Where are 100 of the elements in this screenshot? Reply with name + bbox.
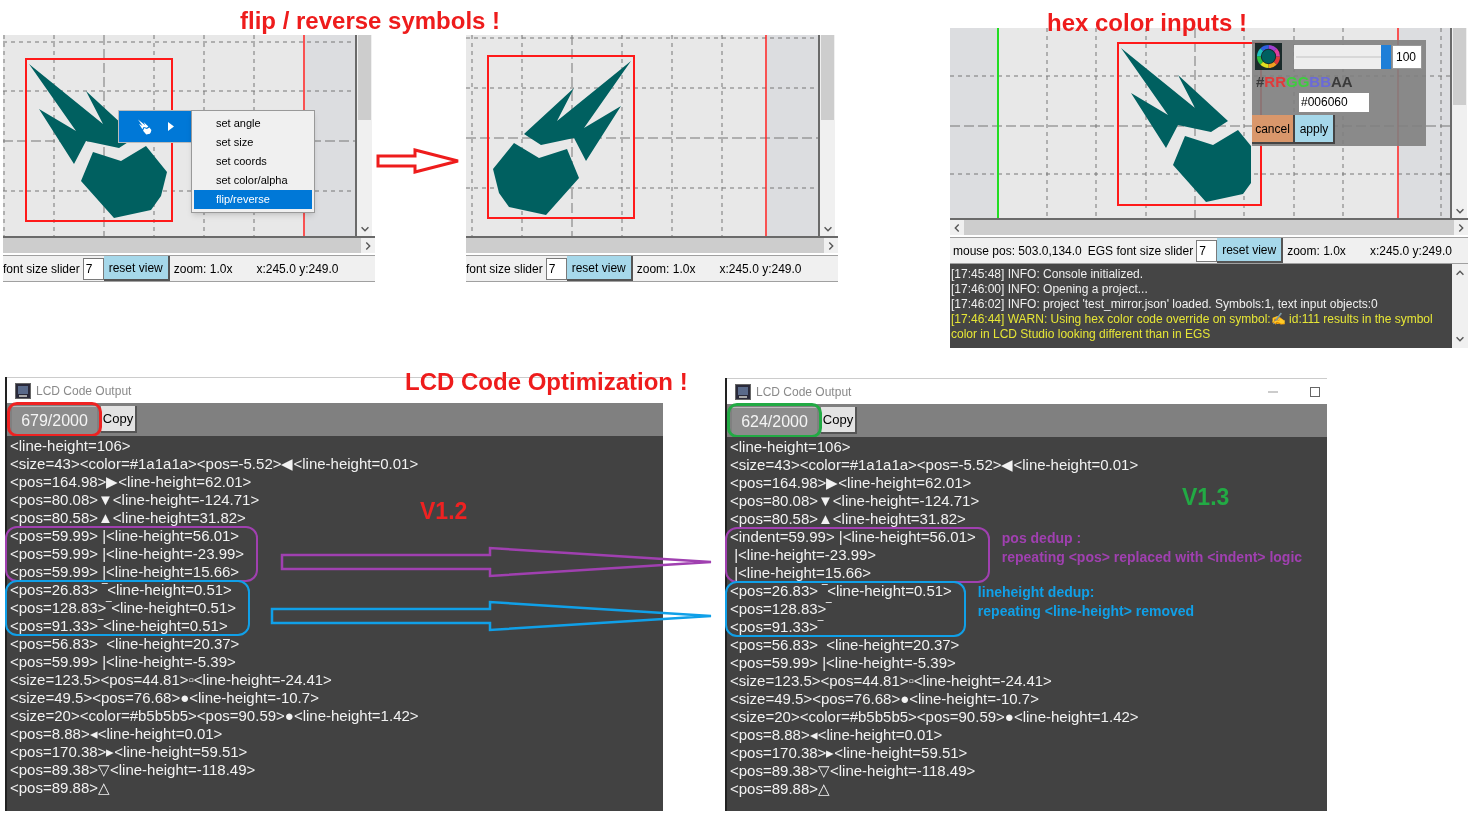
slider-label: EGS font size slider: [1087, 242, 1194, 260]
version-label: V1.2: [420, 500, 468, 523]
annotation-title: LCD Code Optimization !: [405, 370, 688, 394]
color-wheel-icon[interactable]: [1256, 44, 1281, 69]
apply-button[interactable]: apply: [1295, 115, 1335, 144]
copy-button[interactable]: Copy: [821, 407, 857, 434]
console-line: [17:46:00] INFO: Opening a project...: [951, 282, 1149, 297]
code-line: <size=123.5><pos=44.81>▫<line-height=-24.41>: [730, 672, 1052, 690]
code-line: <pos=59.99> |<line-height=-5.39>: [10, 653, 236, 671]
code-line: <indent=59.99> |<line-height=56.01>: [730, 528, 976, 546]
alpha-slider[interactable]: [1294, 44, 1391, 69]
reset-view-button[interactable]: reset view: [566, 256, 633, 281]
app-icon: [15, 382, 31, 399]
code-line: <pos=26.83> ‾<line-height=0.51>: [730, 582, 952, 600]
menu-item[interactable]: set color/alpha: [194, 171, 312, 190]
menu-item[interactable]: set angle: [194, 114, 312, 133]
code-line: |<line-height=15.66>: [733, 564, 872, 582]
coordinates-label: x:245.0 y:249.0: [1369, 242, 1452, 260]
code-line: <size=43><color=#1a1a1a><pos=-5.52>◀<line-height=0.01>: [730, 456, 1139, 474]
note-title: lineheight dedup:: [977, 583, 1096, 601]
code-line: <pos=56.83> <line-height=20.37>: [10, 635, 240, 653]
console-line: [17:46:44] WARN: Using hex color code override on symbol:✍ id:111 results in the symbol color in LCD Studio looking different than in EGS: [951, 312, 1434, 342]
code-line: <pos=80.58>▲<line-height=31.82>: [730, 510, 966, 528]
cancel-button[interactable]: cancel: [1252, 115, 1295, 144]
code-line: <size=20><color=#b5b5b5><pos=90.59>●<line-height=1.42>: [10, 707, 419, 725]
menu-item[interactable]: set size: [194, 133, 312, 152]
submenu-item[interactable]: [118, 110, 193, 143]
console-line: [17:46:02] INFO: project 'test_mirror.json' loaded. Symbols:1, text input objects:0: [951, 297, 1379, 312]
note-text: repeating <line-height> removed: [977, 602, 1195, 620]
menu-item[interactable]: flip/reverse: [194, 190, 312, 209]
code-line: <pos=170.38>▸<line-height=59.51>: [730, 744, 968, 762]
coordinates-label: x:245.0 y:249.0: [719, 260, 802, 278]
code-line: <pos=59.99> |<line-height=15.66>: [10, 563, 240, 581]
vertical-scrollbar[interactable]: [1452, 28, 1467, 218]
copy-button[interactable]: Copy: [101, 406, 137, 433]
horizontal-scrollbar[interactable]: [950, 218, 1468, 235]
window-title: LCD Code Output: [36, 382, 132, 400]
code-line: <line-height=106>: [730, 438, 851, 456]
zoom-label: zoom: 1.0x: [636, 260, 696, 278]
character-count: 624/2000: [732, 407, 817, 435]
code-line: <size=20><color=#b5b5b5><pos=90.59>●<line-height=1.42>: [730, 708, 1139, 726]
code-line: <pos=80.58>▲<line-height=31.82>: [10, 509, 246, 527]
scroll-thumb[interactable]: [3, 238, 361, 253]
submenu-arrow-icon: [168, 122, 174, 131]
annotation-title: flip / reverse symbols !: [240, 9, 501, 33]
vertical-scrollbar[interactable]: [357, 35, 372, 236]
zoom-label: zoom: 1.0x: [1287, 242, 1346, 260]
vertical-scrollbar[interactable]: [820, 35, 835, 236]
font-size-field[interactable]: 7: [545, 257, 567, 280]
symbol-drawing[interactable]: [1121, 48, 1251, 202]
horizontal-scrollbar[interactable]: [3, 236, 375, 253]
font-size-field[interactable]: 7: [1196, 239, 1218, 262]
scroll-thumb[interactable]: [358, 35, 371, 120]
drawing-canvas[interactable]: [466, 35, 820, 236]
scroll-thumb[interactable]: [964, 220, 1454, 235]
code-line: <pos=164.98>▶<line-height=62.01>: [10, 473, 252, 491]
code-line: <line-height=106>: [10, 437, 131, 455]
console-line: [17:45:48] INFO: Console initialized.: [951, 267, 1145, 282]
scroll-thumb[interactable]: [1453, 28, 1466, 105]
code-line: <size=49.5><pos=76.68>●<line-height=-10.7>: [730, 690, 1039, 708]
horizontal-scrollbar[interactable]: [466, 236, 838, 253]
hex-color-field[interactable]: #006060: [1299, 93, 1369, 112]
character-count: 679/2000: [12, 406, 97, 434]
app-icon: [735, 383, 751, 400]
code-line: <pos=59.99> |<line-height=56.01>: [10, 527, 240, 545]
code-line: <pos=164.98>▶<line-height=62.01>: [730, 474, 972, 492]
slider-thumb[interactable]: [1381, 44, 1391, 69]
code-line: <pos=89.88>△: [10, 779, 110, 797]
code-line: <pos=8.88>◂<line-height=0.01>: [730, 726, 943, 744]
code-line: <pos=26.83> ‾<line-height=0.51>: [10, 581, 232, 599]
code-line: <pos=8.88>◂<line-height=0.01>: [10, 725, 223, 743]
code-line: |<line-height=-23.99>: [733, 546, 877, 564]
scroll-thumb[interactable]: [466, 238, 824, 253]
scroll-thumb[interactable]: [821, 35, 834, 120]
symbol-icon: [137, 118, 153, 135]
code-line: <pos=89.38>▽<line-height=-118.49>: [730, 762, 976, 780]
menu-item[interactable]: set coords: [194, 152, 312, 171]
slider-label: font size slider: [3, 260, 80, 278]
coordinates-label: x:245.0 y:249.0: [256, 260, 339, 278]
code-line: <pos=128.83>‾<line-height=0.51>: [10, 599, 237, 617]
code-line: <pos=128.83>‾: [730, 600, 832, 618]
reset-view-button[interactable]: reset view: [103, 256, 170, 281]
vertical-scrollbar[interactable]: [1452, 264, 1468, 348]
font-size-field[interactable]: 7: [82, 257, 104, 280]
version-label: V1.3: [1182, 486, 1230, 509]
hex-format-label: #RRGGBBAA: [1256, 73, 1354, 91]
note-text: repeating <pos> replaced with <indent> logic: [1001, 548, 1303, 566]
code-line: <pos=59.99> |<line-height=-23.99>: [10, 545, 245, 563]
zoom-label: zoom: 1.0x: [173, 260, 233, 278]
code-line: <pos=91.33>‾<line-height=0.51>: [10, 617, 228, 635]
note-title: pos dedup :: [1001, 529, 1083, 547]
code-line: <pos=80.08>▼<line-height=-124.71>: [10, 491, 260, 509]
mouse-position: mouse pos: 503.0,134.0: [953, 242, 1082, 260]
alpha-field[interactable]: 100: [1392, 44, 1422, 69]
drawing-canvas[interactable]: set angle set size set coords set color/alpha flip/reverse: [3, 35, 357, 236]
code-line: <pos=170.38>▸<line-height=59.51>: [10, 743, 248, 761]
reset-view-button[interactable]: reset view: [1217, 238, 1284, 263]
code-line: <size=43><color=#1a1a1a><pos=-5.52>◀<line-height=0.01>: [10, 455, 419, 473]
maximize-icon[interactable]: [1309, 385, 1321, 398]
code-line: <pos=59.99> |<line-height=-5.39>: [730, 654, 956, 672]
